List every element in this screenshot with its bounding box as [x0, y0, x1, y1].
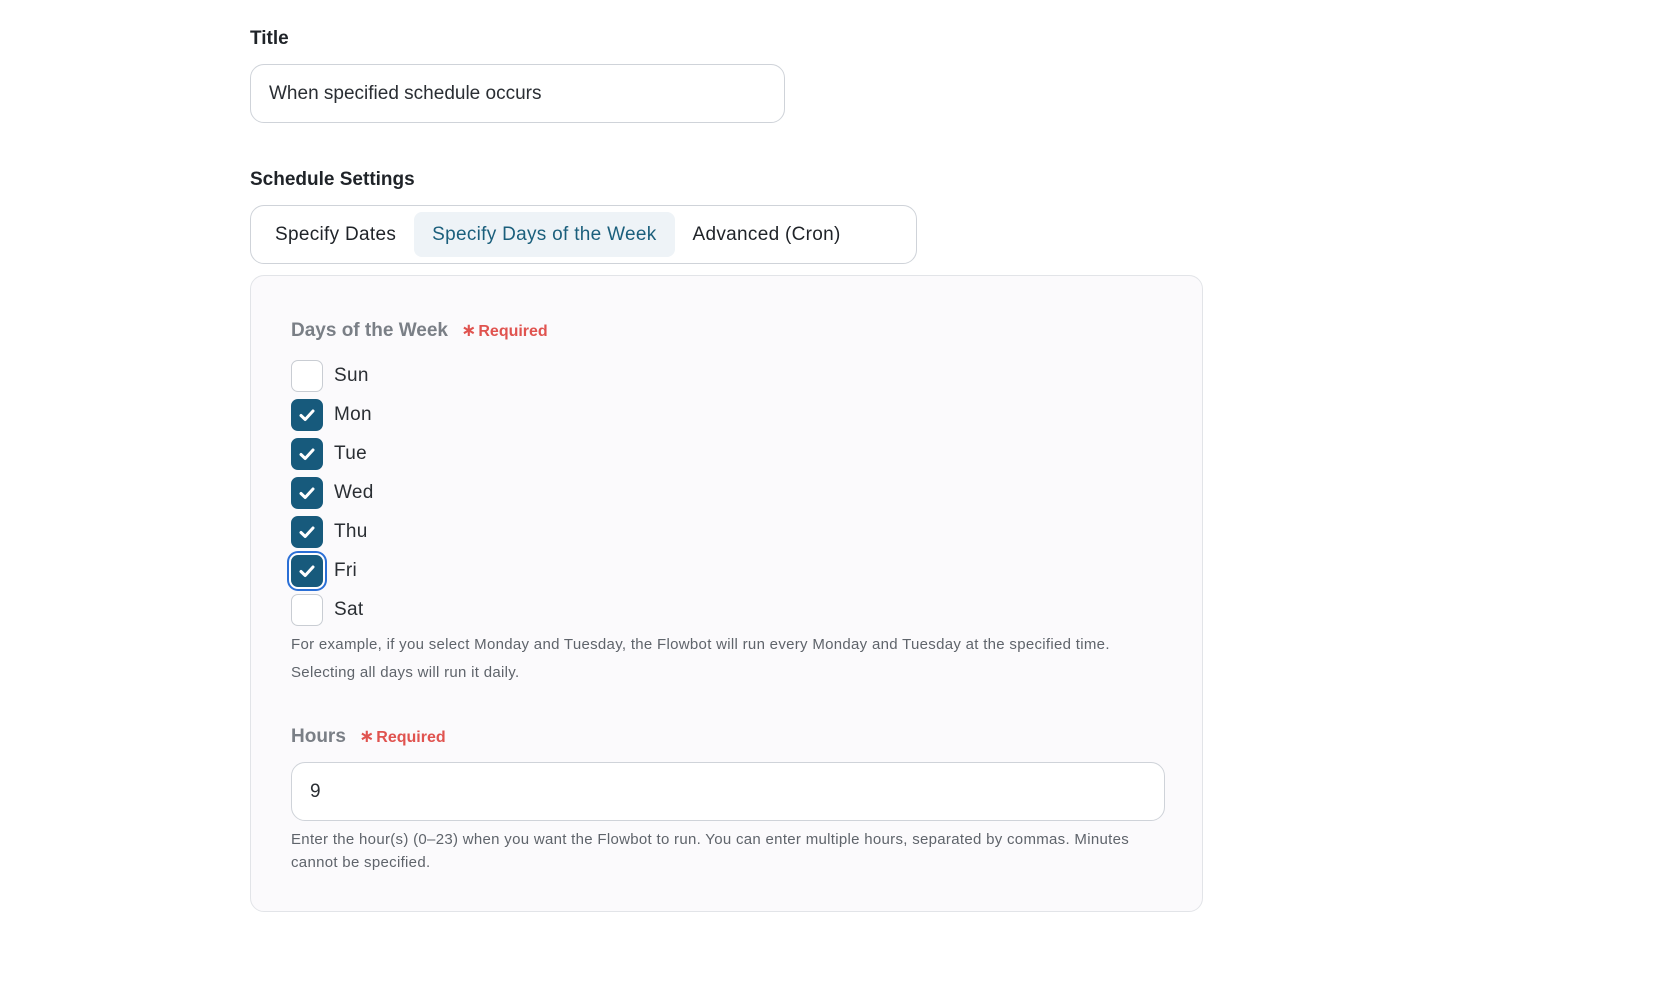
checkbox-fri[interactable]	[291, 554, 323, 587]
required-badge: ∗ Required	[461, 320, 548, 340]
day-checkbox-list: Sun Mon Tue Wed Thu Fri Sat	[291, 356, 374, 629]
required-text: Required	[376, 729, 446, 746]
hours-help-text: Enter the hour(s) (0–23) when you want t…	[291, 831, 1130, 871]
check-icon	[299, 448, 315, 460]
tab-advanced-cron[interactable]: Advanced (Cron)	[675, 212, 859, 257]
checkbox-tue[interactable]	[291, 437, 323, 470]
day-option-fri[interactable]: Fri	[291, 551, 374, 590]
days-of-week-label: Days of the Week ∗ Required	[291, 320, 548, 342]
day-label-sun: Sun	[334, 364, 369, 386]
day-label-thu: Thu	[334, 520, 368, 542]
checkbox-wed[interactable]	[291, 476, 323, 509]
asterisk-icon: ∗	[461, 320, 477, 340]
asterisk-icon: ∗	[359, 726, 375, 746]
tab-specify-days-of-week[interactable]: Specify Days of the Week	[414, 212, 675, 257]
title-input[interactable]	[250, 64, 785, 123]
checkbox-sun[interactable]	[291, 359, 323, 392]
days-help-text: For example, if you select Monday and Tu…	[291, 636, 1110, 681]
day-label-fri: Fri	[334, 559, 358, 581]
check-icon	[299, 409, 315, 421]
schedule-settings-label: Schedule Settings	[250, 169, 415, 190]
day-option-tue[interactable]: Tue	[291, 434, 374, 473]
check-icon	[299, 565, 315, 577]
hours-input[interactable]	[291, 762, 1165, 821]
title-label: Title	[250, 28, 289, 49]
day-label-tue: Tue	[334, 442, 367, 464]
day-option-sun[interactable]: Sun	[291, 356, 374, 395]
day-label-wed: Wed	[334, 481, 374, 503]
schedule-trigger-form: Title Schedule Settings Specify Dates Sp…	[0, 0, 1676, 982]
schedule-mode-tabs: Specify Dates Specify Days of the Week A…	[250, 205, 917, 264]
days-of-week-label-text: Days of the Week	[291, 320, 448, 341]
checkbox-mon[interactable]	[291, 398, 323, 431]
day-option-wed[interactable]: Wed	[291, 473, 374, 512]
days-of-week-panel: Days of the Week ∗Required Sun Mon Tue	[250, 275, 1203, 912]
day-label-sat: Sat	[334, 598, 364, 620]
day-option-mon[interactable]: Mon	[291, 395, 374, 434]
checkbox-thu[interactable]	[291, 515, 323, 548]
hours-label: Hours ∗ Required	[291, 726, 446, 748]
hours-label-text: Hours	[291, 726, 346, 747]
check-icon	[299, 487, 315, 499]
day-label-mon: Mon	[334, 403, 372, 425]
required-badge: ∗ Required	[359, 726, 446, 746]
required-text: Required	[478, 323, 548, 340]
day-option-sat[interactable]: Sat	[291, 590, 374, 629]
checkbox-sat[interactable]	[291, 593, 323, 626]
check-icon	[299, 526, 315, 538]
tab-specify-dates[interactable]: Specify Dates	[257, 212, 414, 257]
day-option-thu[interactable]: Thu	[291, 512, 374, 551]
